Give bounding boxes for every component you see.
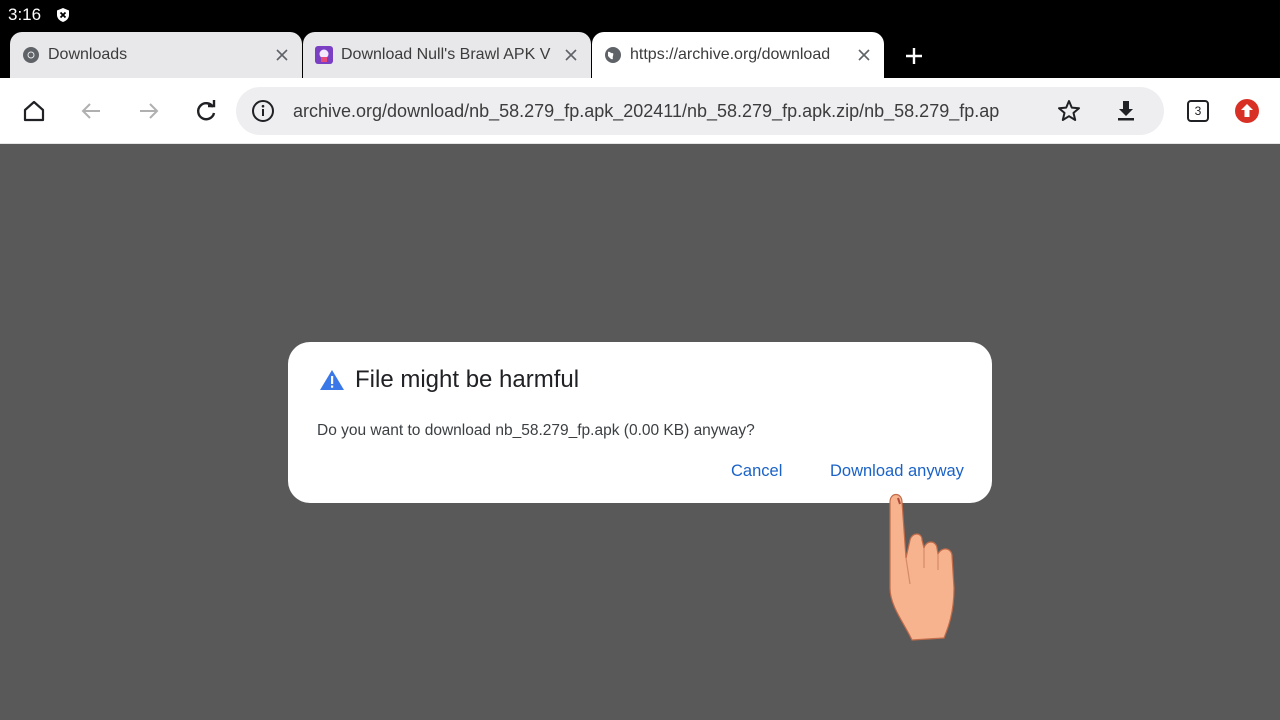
tab-archive[interactable]: https://archive.org/download: [592, 32, 884, 78]
dialog-message: Do you want to download nb_58.279_fp.apk…: [317, 422, 755, 439]
download-icon[interactable]: [1113, 98, 1139, 124]
back-icon[interactable]: [77, 97, 105, 125]
pointing-hand-icon: [889, 493, 955, 641]
update-icon[interactable]: [1234, 98, 1260, 124]
bookmark-star-icon[interactable]: [1056, 98, 1082, 124]
toolbar: archive.org/download/nb_58.279_fp.apk_20…: [0, 78, 1280, 144]
globe-icon: [605, 47, 621, 63]
shield-x-icon: [57, 8, 69, 22]
status-time: 3:16: [8, 5, 42, 24]
warning-icon: [320, 370, 344, 390]
tab-strip: Downloads Download Null's Brawl APK V ht…: [0, 30, 1280, 78]
tab-title: https://archive.org/download: [630, 46, 831, 63]
tab-title: Download Null's Brawl APK V: [341, 46, 551, 63]
cancel-button[interactable]: Cancel: [731, 462, 782, 481]
status-bar: 3:16: [0, 0, 1280, 30]
url-text[interactable]: archive.org/download/nb_58.279_fp.apk_20…: [293, 101, 1043, 122]
home-icon[interactable]: [20, 97, 48, 125]
download-anyway-button[interactable]: Download anyway: [830, 462, 964, 481]
new-tab-icon[interactable]: [902, 44, 926, 68]
tab-switcher-button[interactable]: 3: [1187, 100, 1209, 122]
tab-title: Downloads: [48, 46, 128, 63]
site-info-icon[interactable]: [251, 99, 275, 123]
close-tab-icon[interactable]: [856, 47, 872, 63]
close-tab-icon[interactable]: [274, 47, 290, 63]
address-bar[interactable]: archive.org/download/nb_58.279_fp.apk_20…: [236, 87, 1164, 135]
tab-nulls-brawl[interactable]: Download Null's Brawl APK V: [303, 32, 591, 78]
dialog-title: File might be harmful: [355, 366, 580, 393]
harmful-file-dialog: File might be harmful Do you want to dow…: [288, 342, 992, 503]
nulls-brawl-icon: [315, 46, 333, 64]
tab-downloads[interactable]: Downloads: [10, 32, 302, 78]
close-tab-icon[interactable]: [563, 47, 579, 63]
forward-icon[interactable]: [135, 97, 163, 125]
chrome-icon: [23, 47, 39, 63]
reload-icon[interactable]: [192, 97, 220, 125]
